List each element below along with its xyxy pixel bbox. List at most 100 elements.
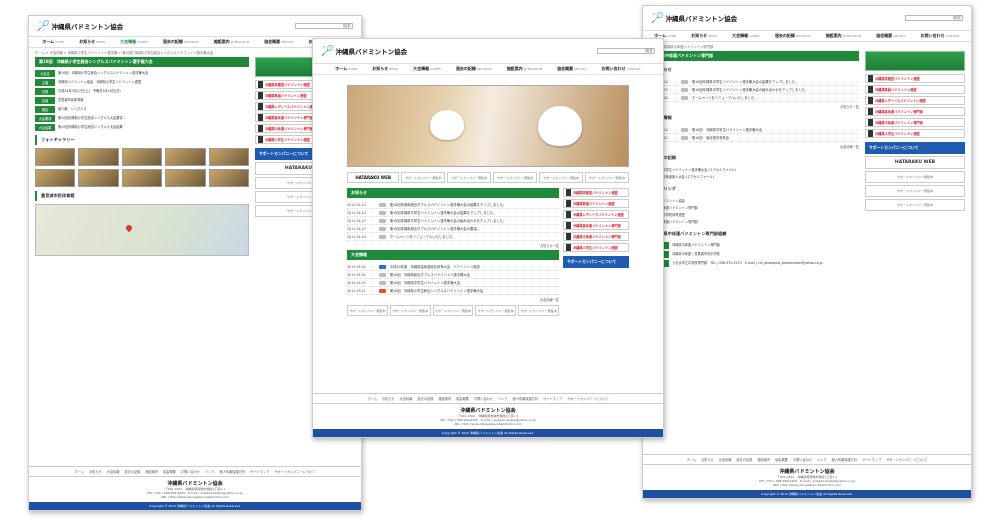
sponsor-slot[interactable]: サポートカンパニー募集中 <box>518 305 559 316</box>
footer-link[interactable]: お知らせ <box>382 396 395 401</box>
footer-link[interactable]: 協会概要 <box>163 469 176 474</box>
footer-link[interactable]: 施設案内 <box>438 396 451 401</box>
side-banner[interactable]: 沖縄県中体連バドミントン専門部 <box>563 232 629 241</box>
gallery-photo[interactable] <box>208 148 249 166</box>
list-item[interactable]: 2012.03.21 第10回 沖縄県小学生総合シングルスバドミントン選手権大会 <box>347 287 559 295</box>
external-link[interactable]: 日本バドミントン協会 <box>649 197 859 204</box>
sponsor-slot[interactable]: サポートカンパニー募集中 <box>475 305 517 316</box>
footer-link[interactable]: ホーム <box>75 469 84 474</box>
nav-item[interactable]: 協会概要ABOUTS <box>257 39 300 45</box>
gallery-photo[interactable] <box>165 148 206 166</box>
nav-item[interactable]: 施設案内GYMNASIUM <box>500 66 549 72</box>
footer-link[interactable]: 過去の記録 <box>124 469 140 474</box>
footer-link[interactable]: リンク <box>205 469 215 474</box>
search-input[interactable]: 検索 <box>905 15 963 21</box>
nav-item[interactable]: お問い合わせCONTACT <box>595 66 648 72</box>
games-more-link[interactable]: 大会情報一覧 <box>649 144 859 149</box>
detail-value[interactable]: 第10回沖縄県小学生総合シングルス大会要項 <box>58 115 123 122</box>
search-button[interactable]: 検索 <box>953 15 961 21</box>
list-item[interactable]: 2012.04.23 第10回沖縄県中学生バドミントン選手権大会の組み合わせをア… <box>649 86 859 94</box>
gallery-photo[interactable] <box>35 169 76 187</box>
footer-link[interactable]: リンク <box>817 457 827 462</box>
site-logo[interactable]: 🏸 沖縄県バドミントン協会 <box>321 46 407 57</box>
footer-link[interactable]: 協会概要 <box>775 457 788 462</box>
side-banner[interactable]: 沖縄県中体連バドミントン専門部 <box>865 118 965 127</box>
footer-link[interactable]: 施設案内 <box>145 469 158 474</box>
list-item[interactable]: 2012.04.23 第10回沖縄県総合ダブルスバドミントン選手権大会の要項。 <box>347 225 559 233</box>
footer-link[interactable]: 施設案内 <box>757 457 770 462</box>
gallery-photo[interactable] <box>121 169 163 187</box>
site-logo[interactable]: 🏸 沖縄県バドミントン協会 <box>651 13 737 24</box>
nav-item[interactable]: お知らせNEWS <box>72 39 112 45</box>
record-link[interactable]: 沖縄県中学生バドミントン選手権大会 (エクセルファイル) <box>649 166 859 173</box>
nav-item[interactable]: 過去の記録RECORDS <box>768 33 818 39</box>
news-more-link[interactable]: お知らせ一覧 <box>649 104 859 109</box>
nav-item[interactable]: お知らせNEWS <box>365 66 405 72</box>
nav-item[interactable]: 施設案内GYMNASIUM <box>207 39 256 45</box>
footer-link[interactable]: 過去の記録 <box>736 457 752 462</box>
nav-item[interactable]: 過去の記録RECORDS <box>156 39 206 45</box>
footer-link[interactable]: 個人情報保護方針 <box>513 396 539 401</box>
side-banner[interactable]: 沖縄県高体連バドミントン専門部 <box>563 221 629 230</box>
footer-link[interactable]: サポートカンパニーについて <box>567 396 608 401</box>
footer-link[interactable]: サイトマップ <box>250 469 269 474</box>
side-banner[interactable]: 沖縄県教員バドミントン連盟 <box>563 199 629 208</box>
hataraku-web-banner[interactable]: HATARAKU WEB <box>865 156 965 169</box>
list-item[interactable]: 2012.04.24 第10回沖縄県総合ダブルスバドミントン選手権大会の結果をア… <box>347 201 559 209</box>
side-banner[interactable]: 沖縄県レディースバドミントン連盟 <box>563 210 629 219</box>
nav-item[interactable]: お問い合わせCONTACT <box>914 33 967 39</box>
side-banner[interactable]: 沖縄県実業団バドミントン連盟 <box>865 74 965 83</box>
footer-link[interactable]: 協会概要 <box>456 396 469 401</box>
list-item[interactable]: 2012.04.04 ホームページをリニューアルいたしました。 <box>347 233 559 241</box>
footer-link[interactable]: お問い合わせ <box>181 469 200 474</box>
list-item[interactable]: 2012.05.02 平成24年度 沖縄県高体連総合体育大会 バドミントン競技 <box>347 263 559 271</box>
sponsor-slot[interactable]: サポートカンパニー募集中 <box>539 172 584 183</box>
external-link[interactable]: 九州中体連バドミントン専門部 <box>649 218 859 225</box>
gallery-photo[interactable] <box>78 148 119 166</box>
google-map[interactable] <box>35 204 249 256</box>
footer-link[interactable]: 大会情報 <box>719 457 732 462</box>
nav-item[interactable]: 大会情報GAMES <box>725 33 767 39</box>
external-link[interactable]: 日本中体連バドミントン専門部 <box>649 204 859 211</box>
list-item[interactable]: 2012.04.24 第10回沖縄県中学生バドミントン選手権大会の結果をアップし… <box>649 78 859 86</box>
detail-value[interactable]: 第10回沖縄県小学生総合シングルス大会結果 <box>58 124 123 131</box>
nav-item[interactable]: ホームHOME <box>328 66 364 72</box>
side-banner[interactable]: 沖縄県小学生バドミントン連盟 <box>563 243 629 252</box>
nav-item[interactable]: 協会概要ABOUTS <box>550 66 593 72</box>
footer-link[interactable]: リンク <box>498 396 508 401</box>
search-button[interactable]: 検索 <box>343 23 351 29</box>
footer-link[interactable]: 大会情報 <box>107 469 120 474</box>
footer-link[interactable]: ホーム <box>687 457 696 462</box>
hataraku-web-banner[interactable]: HATARAKU WEB <box>347 172 400 183</box>
gallery-photo[interactable] <box>165 169 206 187</box>
footer-link[interactable]: 大会情報 <box>400 396 413 401</box>
nav-item[interactable]: お知らせNEWS <box>684 33 724 39</box>
nav-item[interactable]: 大会情報GAMES <box>406 66 448 72</box>
side-banner[interactable]: 沖縄県教員バドミントン連盟 <box>865 85 965 94</box>
list-item[interactable]: 2012.04.04 ホームページをリニューアルいたしました。 <box>649 94 859 102</box>
list-item[interactable]: 2012.05.01 第10回 沖縄県総合ダブルスバドミントン選手権大会 <box>347 271 559 279</box>
search-button[interactable]: 検索 <box>645 48 653 54</box>
sponsor-slot[interactable]: サポートカンパニー募集中 <box>585 172 630 183</box>
sponsor-slot[interactable]: サポートカンパニー募集中 <box>432 305 474 316</box>
footer-link[interactable]: 個人情報保護方針 <box>832 457 858 462</box>
footer-link[interactable]: サポートカンパニーについて <box>886 457 927 462</box>
sponsor-slot[interactable]: サポートカンパニー募集中 <box>493 172 538 183</box>
gallery-photo[interactable] <box>35 148 76 166</box>
footer-link[interactable]: お知らせ <box>89 469 102 474</box>
gallery-photo[interactable] <box>78 169 119 187</box>
footer-link[interactable]: お問い合わせ <box>474 396 493 401</box>
footer-link[interactable]: ホーム <box>368 396 377 401</box>
nav-item[interactable]: 大会情報GAMES <box>113 39 155 45</box>
side-banner[interactable]: 沖縄県小学生バドミントン連盟 <box>865 129 965 138</box>
footer-link[interactable]: サポートカンパニーについて <box>274 469 315 474</box>
list-item[interactable]: 2012.04.07 第10回 強化選手選考会 <box>649 134 859 142</box>
search-input[interactable]: 検索 <box>597 48 655 54</box>
sponsor-slot[interactable]: サポートカンパニー募集中 <box>865 185 965 197</box>
sponsor-slot[interactable]: サポートカンパニー募集中 <box>447 172 492 183</box>
news-more-link[interactable]: お知らせ一覧 <box>347 243 559 248</box>
footer-link[interactable]: サイトマップ <box>543 396 562 401</box>
external-link[interactable]: 沖縄県中学校体育連盟 <box>649 211 859 218</box>
sponsor-slot[interactable]: サポートカンパニー募集中 <box>347 305 388 316</box>
gallery-photo[interactable] <box>208 169 249 187</box>
